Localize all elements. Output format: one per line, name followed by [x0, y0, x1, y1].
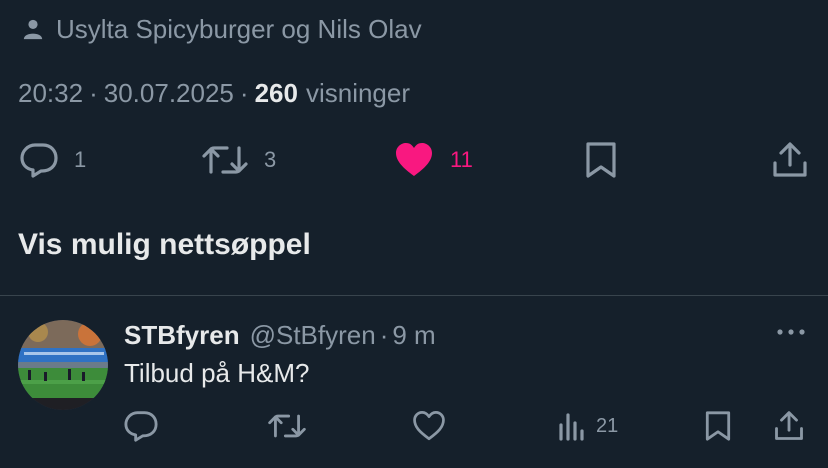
tweet-meta: 20:32 · 30.07.2025 · 260 visninger: [18, 74, 410, 112]
meta-separator: ·: [379, 319, 389, 350]
bookmark-button[interactable]: [584, 140, 618, 180]
reply-time[interactable]: 9 m: [392, 320, 435, 351]
reply-views-button[interactable]: 21: [558, 408, 618, 444]
divider: [0, 295, 828, 296]
retweet-icon: [268, 411, 306, 441]
person-icon: [22, 18, 44, 40]
tagged-users[interactable]: Usylta Spicyburger og Nils Olav: [22, 12, 422, 46]
retweet-count: 3: [264, 147, 277, 172]
views-label: visninger: [305, 77, 411, 108]
share-icon: [772, 141, 808, 179]
tagged-users-text: Usylta Spicyburger og Nils Olav: [56, 13, 422, 44]
more-options-button[interactable]: [776, 320, 806, 344]
bookmark-icon: [584, 141, 618, 179]
author-handle[interactable]: @StBfyren: [250, 320, 376, 351]
reply-bookmark-button[interactable]: [704, 408, 732, 444]
reply-retweet-button[interactable]: [268, 408, 306, 444]
meta-separator: ·: [239, 77, 249, 108]
reply-button[interactable]: 1: [20, 140, 86, 180]
heart-icon: [394, 142, 434, 178]
reply-share-button[interactable]: [774, 408, 804, 444]
speech-bubble-icon: [124, 410, 158, 442]
retweet-icon: [202, 142, 248, 178]
show-possible-spam-link[interactable]: Vis mulig nettsøppel: [18, 228, 311, 262]
retweet-button[interactable]: 3: [202, 140, 276, 180]
bar-chart-icon: [558, 411, 586, 441]
like-button[interactable]: 11: [394, 140, 473, 180]
share-button[interactable]: [772, 140, 808, 180]
heart-icon: [412, 410, 446, 442]
speech-bubble-icon: [20, 142, 58, 178]
like-count: 11: [450, 147, 473, 172]
reply-reply-button[interactable]: [124, 408, 158, 444]
avatar[interactable]: [18, 320, 108, 410]
more-dots-icon: [776, 328, 806, 336]
bookmark-icon: [704, 410, 732, 442]
meta-separator: ·: [89, 77, 98, 108]
author-name[interactable]: STBfyren: [124, 320, 240, 351]
tweet-date[interactable]: 30.07.2025: [104, 78, 234, 109]
reply-text: Tilbud på H&M?: [124, 358, 310, 388]
reply-count: 1: [74, 147, 87, 172]
reply-views-count: 21: [596, 414, 619, 437]
share-icon: [774, 410, 804, 442]
views-count: 260: [254, 77, 298, 108]
reply-like-button[interactable]: [412, 408, 446, 444]
reply-header: STBfyren @StBfyren · 9 m: [124, 318, 436, 352]
tweet-time[interactable]: 20:32: [18, 78, 83, 109]
